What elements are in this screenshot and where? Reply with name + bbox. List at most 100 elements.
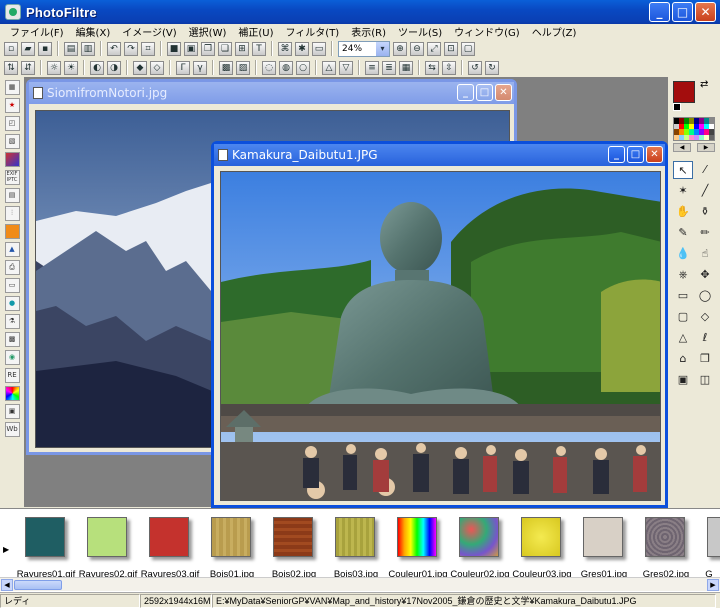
document-title-bar[interactable]: Kamakura_Daibutu1.JPG _ □ ✕ [214, 144, 665, 166]
channels-icon[interactable]: ⫶ [4, 206, 20, 221]
undo-icon[interactable]: ↶ [107, 41, 121, 56]
menu-window[interactable]: ウィンドウ(G) [448, 24, 526, 39]
chevron-down-icon[interactable]: ▾ [376, 41, 389, 56]
fullscreen-icon[interactable]: ▢ [461, 41, 475, 56]
background-color-swatch[interactable] [673, 103, 681, 111]
new-file-icon[interactable]: ▫ [4, 41, 18, 56]
doc-minimize-button[interactable]: _ [608, 146, 625, 163]
thumbnail-image[interactable] [273, 517, 313, 557]
page-icon[interactable]: ◰ [4, 116, 20, 131]
redo-icon[interactable]: ↷ [124, 41, 138, 56]
palette-prev-button[interactable]: ◀ [673, 143, 691, 152]
menu-view[interactable]: 表示(R) [345, 24, 392, 39]
gradient-icon[interactable] [4, 152, 20, 167]
hue-icon[interactable]: ≣ [382, 60, 396, 75]
fill-tool-icon[interactable]: ⚱ [695, 203, 715, 221]
scanner-icon[interactable]: ▥ [81, 41, 95, 56]
printer-icon[interactable]: ⎙ [4, 260, 20, 275]
image-canvas-kamakura[interactable] [220, 171, 661, 501]
sphere-icon[interactable]: ● [4, 296, 20, 311]
scroll-right-icon[interactable]: ▶ [707, 579, 719, 591]
sharpen-less-icon[interactable]: ▽ [339, 60, 353, 75]
selection-option-icon[interactable]: ◫ [695, 371, 715, 389]
smudge-tool-icon[interactable]: ☝ [695, 245, 715, 263]
text-icon[interactable]: T [252, 41, 266, 56]
selection-mode-icon[interactable]: ▣ [673, 371, 693, 389]
triangle-select-icon[interactable]: △ [673, 329, 693, 347]
contrast-down-icon[interactable]: ◑ [107, 60, 121, 75]
thumbnail-image[interactable] [25, 517, 65, 557]
diamond-select-icon[interactable]: ◇ [695, 308, 715, 326]
doc-minimize-button[interactable]: _ [457, 84, 474, 101]
thumbnail-image[interactable] [459, 517, 499, 557]
doc-close-button[interactable]: ✕ [495, 84, 512, 101]
hand-tool-icon[interactable]: ✋ [673, 203, 693, 221]
scroll-left-icon[interactable]: ◀ [1, 579, 13, 591]
pointer-tool-icon[interactable]: ↖ [673, 161, 693, 179]
thumbnail-image[interactable] [149, 517, 189, 557]
thumbnail-image[interactable] [335, 517, 375, 557]
close-button[interactable]: ✕ [695, 2, 716, 22]
sepia-icon[interactable]: ▨ [236, 60, 250, 75]
actual-size-icon[interactable]: ⊡ [444, 41, 458, 56]
document-title-bar[interactable]: SiomifromNotori.jpg _ □ ✕ [29, 82, 514, 104]
exif-icon[interactable]: EXIF IPTC [4, 170, 20, 185]
blur-tool-icon[interactable]: 💧 [673, 245, 693, 263]
line-tool-icon[interactable]: ╱ [695, 182, 715, 200]
doc-maximize-button[interactable]: □ [627, 146, 644, 163]
sharpen-more-icon[interactable]: △ [322, 60, 336, 75]
texture-icon[interactable]: ▩ [4, 332, 20, 347]
flip-vertical-icon[interactable]: ⇳ [442, 60, 456, 75]
rotate-left-icon[interactable]: ↺ [468, 60, 482, 75]
scrollbar-thumb[interactable] [14, 580, 62, 590]
grid-icon[interactable]: ▦ [4, 80, 20, 95]
wb-label-icon[interactable]: Wb [4, 422, 20, 437]
thumbnail-image[interactable] [583, 517, 623, 557]
emboss-icon[interactable]: ▦ [399, 60, 413, 75]
auto-contrast-icon[interactable]: ⇵ [21, 60, 35, 75]
zoom-out-icon[interactable]: ⊖ [410, 41, 424, 56]
gamma-down-icon[interactable]: γ [193, 60, 207, 75]
thumbnail-image[interactable] [521, 517, 561, 557]
color-balance-icon[interactable]: ≡ [365, 60, 379, 75]
re-label-icon[interactable]: RE [4, 368, 20, 383]
thumbnail-image[interactable] [211, 517, 251, 557]
menu-help[interactable]: ヘルプ(Z) [526, 24, 583, 39]
copy-icon[interactable]: ❐ [201, 41, 215, 56]
mountain-icon[interactable]: ▲ [4, 242, 20, 257]
menu-image[interactable]: イメージ(V) [116, 24, 182, 39]
auto-levels-icon[interactable]: ⇅ [4, 60, 18, 75]
app-title-bar[interactable]: PhotoFiltre _ □ ✕ [0, 0, 720, 24]
grayscale-icon[interactable]: ▩ [219, 60, 233, 75]
palette-next-button[interactable]: ▶ [697, 143, 715, 152]
gamma-up-icon[interactable]: Γ [176, 60, 190, 75]
magic-wand-tool-icon[interactable]: ✶ [673, 182, 693, 200]
saturation-down-icon[interactable]: ◇ [150, 60, 164, 75]
rectangle-select-icon[interactable]: ▭ [673, 287, 693, 305]
contrast-up-icon[interactable]: ◐ [90, 60, 104, 75]
soften-icon[interactable]: ○ [296, 60, 310, 75]
document-window-kamakura[interactable]: Kamakura_Daibutu1.JPG _ □ ✕ [211, 141, 668, 508]
flip-horizontal-icon[interactable]: ⇆ [425, 60, 439, 75]
saturation-up-icon[interactable]: ◆ [133, 60, 147, 75]
rounded-select-icon[interactable]: ▢ [673, 308, 693, 326]
eyedropper-tool-icon[interactable]: ⁄ [695, 161, 715, 179]
clone-tool-icon[interactable]: ✥ [695, 266, 715, 284]
brightness-up-icon[interactable]: ☼ [47, 60, 61, 75]
stamp-tool-icon[interactable]: ⎈ [673, 266, 693, 284]
star-icon[interactable]: ★ [4, 98, 20, 113]
paste-icon[interactable]: ❏ [218, 41, 232, 56]
minimize-button[interactable]: _ [649, 2, 670, 22]
menu-select[interactable]: 選択(W) [183, 24, 233, 39]
menu-tools[interactable]: ツール(S) [392, 24, 448, 39]
invert-selection-icon[interactable]: ▣ [184, 41, 198, 56]
rotate-right-icon[interactable]: ↻ [485, 60, 499, 75]
thumbnail-image[interactable] [645, 517, 685, 557]
frame-icon[interactable]: ▭ [4, 278, 20, 293]
photo-icon[interactable]: ▣ [4, 404, 20, 419]
menu-file[interactable]: ファイル(F) [4, 24, 70, 39]
thumbnail-scrollbar[interactable]: ◀ ▶ [0, 577, 720, 591]
orange-palette-icon[interactable] [4, 224, 20, 239]
menu-adjust[interactable]: 補正(U) [232, 24, 279, 39]
plugin-icon[interactable]: ✱ [295, 41, 309, 56]
